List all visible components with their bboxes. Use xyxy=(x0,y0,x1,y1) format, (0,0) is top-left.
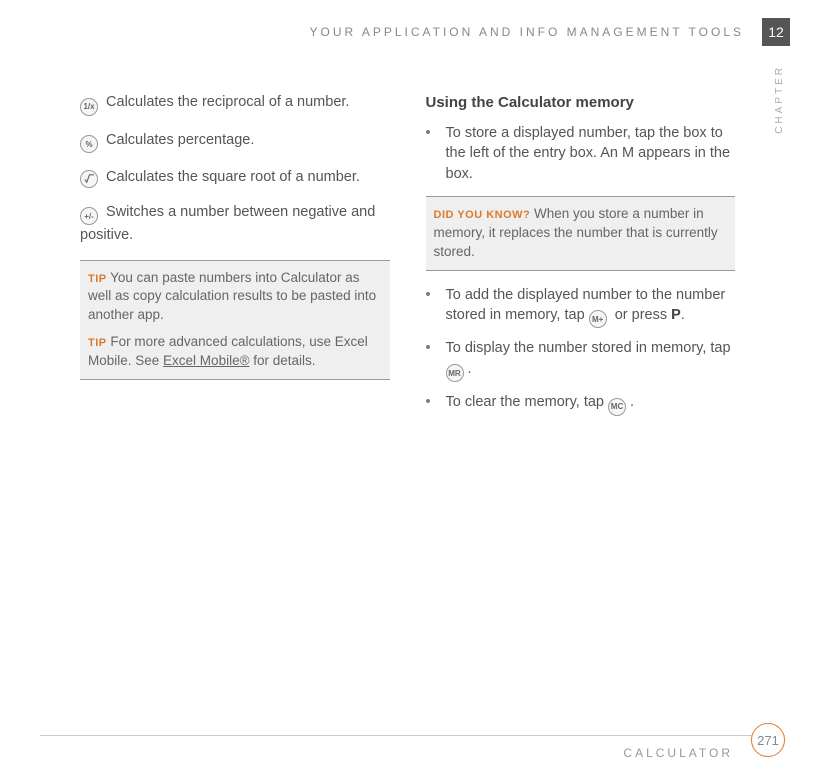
excel-mobile-link[interactable]: Excel Mobile® xyxy=(163,353,249,368)
list-item: • To add the displayed number to the num… xyxy=(426,285,736,329)
mr-icon: MR xyxy=(446,364,464,382)
b4-post: . xyxy=(630,394,634,410)
fn-sign: +/- Switches a number between negative a… xyxy=(80,202,390,246)
fn-sqrt: Calculates the square root of a number. xyxy=(80,167,390,188)
b3-post: . xyxy=(468,361,472,377)
bullet-icon: • xyxy=(426,338,446,382)
did-you-know-box: DID YOU KNOW? When you store a number in… xyxy=(426,196,736,271)
tip-label: TIP xyxy=(88,337,107,349)
fn-reciprocal: 1/x Calculates the reciprocal of a numbe… xyxy=(80,92,390,116)
bullet-icon: • xyxy=(426,392,446,416)
tip-label: TIP xyxy=(88,273,107,285)
bullet1-text: To store a displayed number, tap the box… xyxy=(446,123,736,184)
page-number-badge: 271 xyxy=(751,723,785,757)
mc-icon: MC xyxy=(608,398,626,416)
fn-text: Calculates the square root of a number. xyxy=(106,169,360,185)
page-header: YOUR APPLICATION AND INFO MANAGEMENT TOO… xyxy=(309,18,790,46)
list-item: • To store a displayed number, tap the b… xyxy=(426,123,736,184)
chapter-number-badge: 12 xyxy=(762,18,790,46)
header-title: YOUR APPLICATION AND INFO MANAGEMENT TOO… xyxy=(309,25,744,39)
plusminus-icon: +/- xyxy=(80,207,98,225)
reciprocal-icon: 1/x xyxy=(80,98,98,116)
tip-box: TIP You can paste numbers into Calculato… xyxy=(80,260,390,380)
b2-post: . xyxy=(681,307,685,323)
tip1-text: You can paste numbers into Calculator as… xyxy=(88,270,376,323)
bullet-icon: • xyxy=(426,285,446,329)
chapter-side-label: CHAPTER xyxy=(774,65,785,134)
key-p: P xyxy=(671,307,681,323)
footer-section: CALCULATOR xyxy=(623,746,733,760)
b2-mid: or press xyxy=(611,307,671,323)
content-area: 1/x Calculates the reciprocal of a numbe… xyxy=(80,92,735,426)
fn-text: Switches a number between negative and p… xyxy=(80,204,375,244)
page-footer: CALCULATOR 271 xyxy=(40,735,785,760)
left-column: 1/x Calculates the reciprocal of a numbe… xyxy=(80,92,390,426)
fn-percent: % Calculates percentage. xyxy=(80,130,390,154)
sqrt-icon xyxy=(80,170,98,188)
b3-pre: To display the number stored in memory, … xyxy=(446,340,731,356)
tip2-post: for details. xyxy=(250,353,316,368)
did-you-know-label: DID YOU KNOW? xyxy=(434,209,531,221)
m-plus-icon: M+ xyxy=(589,310,607,328)
list-item: • To display the number stored in memory… xyxy=(426,338,736,382)
right-column: Using the Calculator memory • To store a… xyxy=(426,92,736,426)
fn-text: Calculates percentage. xyxy=(106,132,254,148)
bullet-icon: • xyxy=(426,123,446,184)
fn-text: Calculates the reciprocal of a number. xyxy=(106,94,349,110)
section-heading: Using the Calculator memory xyxy=(426,92,736,113)
percent-icon: % xyxy=(80,135,98,153)
b4-pre: To clear the memory, tap xyxy=(446,394,609,410)
list-item: • To clear the memory, tap MC. xyxy=(426,392,736,416)
